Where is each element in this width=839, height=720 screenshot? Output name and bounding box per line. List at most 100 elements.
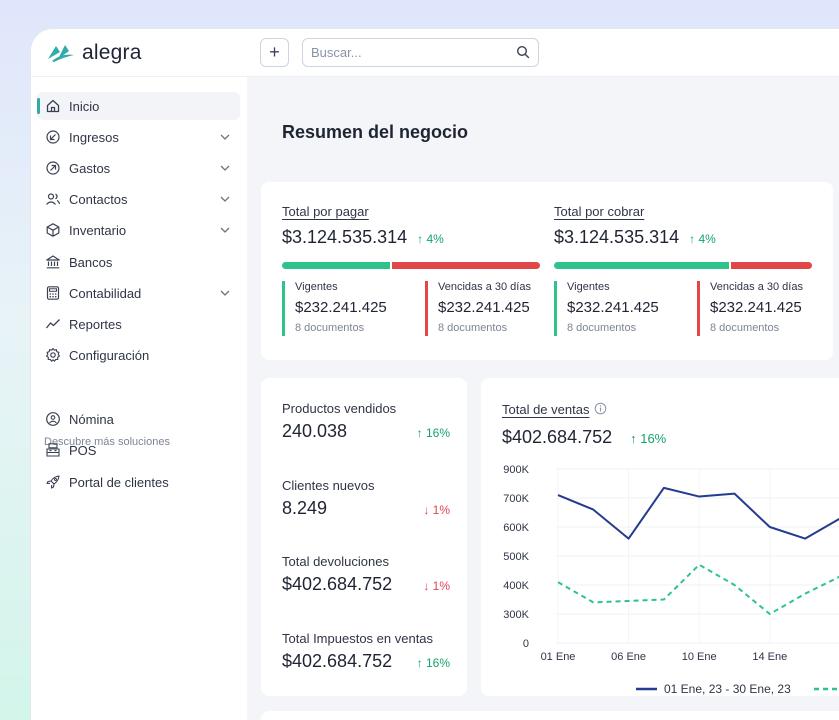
sidebar-item-ingresos[interactable]: Ingresos (37, 123, 240, 151)
pos-icon (46, 443, 60, 457)
sidebar-item-label: Ingresos (69, 130, 119, 145)
metric-total-impuestos: Total Impuestos en ventas $402.684.752 ↑… (282, 631, 450, 672)
metric-label: Clientes nuevos (282, 478, 375, 493)
sales-line-chart: 0 300K 400K 500K 600K 700K 900K 01 Ene 06 Ene 10 … (503, 464, 839, 696)
info-icon[interactable] (594, 402, 607, 415)
payroll-icon (46, 412, 60, 426)
search-icon[interactable] (516, 45, 530, 59)
trend-indicator: ↑ 4% (417, 232, 444, 246)
metric-label: Total devoluciones (282, 554, 389, 569)
sub-value: $232.241.425 (295, 299, 387, 316)
search-box[interactable] (302, 38, 539, 67)
legend-label: 01 Ene, 23 - 30 Ene, 23 (664, 682, 791, 696)
sidebar-item-inventario[interactable]: Inventario (37, 216, 240, 244)
vencidas-block[interactable]: Vencidas a 30 días $232.241.425 8 docume… (425, 281, 531, 336)
sidebar: Inicio Ingresos Gastos Contactos Inventa… (31, 77, 247, 720)
inventory-icon (46, 223, 60, 237)
sidebar-item-label: POS (69, 443, 97, 458)
progress-bar (282, 262, 540, 269)
progress-green (554, 262, 730, 269)
logo-text: alegra (82, 41, 142, 64)
total-por-pagar: Total por pagar $3.124.535.314 ↑ 4% Vige… (282, 204, 540, 336)
trend-indicator: ↑ 16% (416, 656, 450, 670)
sidebar-item-nomina[interactable]: Nómina (37, 405, 240, 433)
sub-label: Vencidas a 30 días (438, 281, 531, 293)
sidebar-item-label: Contactos (69, 192, 128, 207)
sidebar-item-label: Gastos (69, 161, 111, 176)
sidebar-item-contactos[interactable]: Contactos (37, 185, 240, 213)
sales-card: Total de ventas $402.684.752 ↑ 16% 0 300K… (481, 378, 839, 696)
contacts-icon (46, 193, 61, 205)
sub-label: Vencidas a 30 días (710, 281, 803, 293)
sidebar-item-label: Nómina (69, 412, 114, 427)
y-tick-label: 300K (503, 609, 529, 621)
y-tick-label: 900K (503, 464, 529, 476)
search-input[interactable] (311, 45, 511, 60)
logo-icon (48, 45, 74, 62)
sub-label: Vigentes (295, 281, 338, 293)
trend-indicator: ↑ 16% (416, 426, 450, 440)
sidebar-item-gastos[interactable]: Gastos (37, 154, 240, 182)
vigentes-block[interactable]: Vigentes $232.241.425 8 documentos (554, 281, 659, 336)
sidebar-item-label: Reportes (69, 317, 122, 332)
x-tick-label: 14 Ene (752, 651, 787, 663)
page-title: Resumen del negocio (282, 122, 469, 142)
metric-label: Total Impuestos en ventas (282, 631, 434, 646)
chevron-down-icon[interactable] (219, 287, 231, 299)
chevron-down-icon[interactable] (219, 162, 231, 174)
sales-value: $402.684.752 (502, 427, 613, 447)
alegra-logo[interactable]: alegra (46, 41, 142, 65)
metric-value: $402.684.752 (282, 574, 393, 594)
sidebar-item-label: Inventario (69, 223, 127, 238)
sidebar-item-label: Contabilidad (69, 286, 142, 301)
summary-label[interactable]: Total por pagar (282, 204, 540, 219)
vigentes-block[interactable]: Vigentes $232.241.425 8 documentos (282, 281, 387, 336)
sub-docs: 8 documentos (710, 322, 780, 334)
sub-docs: 8 documentos (295, 322, 365, 334)
progress-green (282, 262, 391, 269)
summary-label[interactable]: Total por cobrar (554, 204, 812, 219)
chevron-down-icon[interactable] (219, 193, 231, 205)
x-tick-label: 10 Ene (682, 651, 717, 663)
sidebar-item-label: Inicio (69, 99, 100, 114)
settings-icon (45, 347, 61, 362)
sidebar-item-inicio[interactable]: Inicio (37, 92, 240, 120)
metric-clientes-nuevos: Clientes nuevos 8.249 ↓ 1% (282, 478, 450, 519)
metric-productos-vendidos: Productos vendidos 240.038 ↑ 16% (282, 401, 450, 442)
vencidas-block[interactable]: Vencidas a 30 días $232.241.425 8 docume… (697, 281, 803, 336)
sidebar-item-bancos[interactable]: Bancos (37, 248, 240, 276)
x-tick-label: 06 Ene (611, 651, 646, 663)
sidebar-item-label: Configuración (69, 348, 150, 363)
sub-docs: 8 documentos (567, 322, 637, 334)
sidebar-item-portal-de-clientes[interactable]: Portal de clientes (37, 468, 240, 496)
sidebar-item-label: Bancos (69, 255, 113, 270)
chevron-down-icon[interactable] (219, 131, 231, 143)
sidebar-item-pos[interactable]: POS (37, 436, 240, 464)
metric-value: $402.684.752 (282, 651, 393, 671)
sidebar-item-reportes[interactable]: Reportes (37, 310, 240, 338)
bank-icon (46, 255, 60, 269)
series-line-2[interactable] (557, 563, 839, 615)
metric-value: 8.249 (282, 498, 328, 518)
expense-icon (46, 161, 60, 175)
accounting-icon (46, 286, 60, 300)
sidebar-item-contabilidad[interactable]: Contabilidad (37, 279, 240, 307)
app-window: alegra + Inicio Ingresos Gastos (31, 29, 839, 720)
sub-value: $232.241.425 (567, 299, 659, 316)
sales-title[interactable]: Total de ventas (502, 402, 589, 417)
chevron-down-icon[interactable] (219, 224, 231, 236)
sidebar-item-configuracion[interactable]: Configuración (37, 341, 240, 369)
trend-indicator: ↓ 1% (423, 579, 450, 593)
bottom-card (261, 711, 839, 720)
trend-indicator: ↑ 4% (689, 232, 716, 246)
home-icon (46, 99, 60, 113)
add-button[interactable]: + (260, 38, 289, 67)
series-line-1[interactable] (557, 486, 839, 540)
y-tick-label: 400K (503, 580, 529, 592)
main-content: Resumen del negocio Total por pagar $3.1… (247, 77, 839, 720)
metric-label: Productos vendidos (282, 401, 397, 416)
metrics-card: Productos vendidos 240.038 ↑ 16% Cliente… (261, 378, 467, 696)
summary-card: Total por pagar $3.124.535.314 ↑ 4% Vige… (261, 182, 833, 360)
total-por-cobrar: Total por cobrar $3.124.535.314 ↑ 4% Vig… (554, 204, 812, 336)
x-tick-label: 01 Ene (541, 651, 576, 663)
